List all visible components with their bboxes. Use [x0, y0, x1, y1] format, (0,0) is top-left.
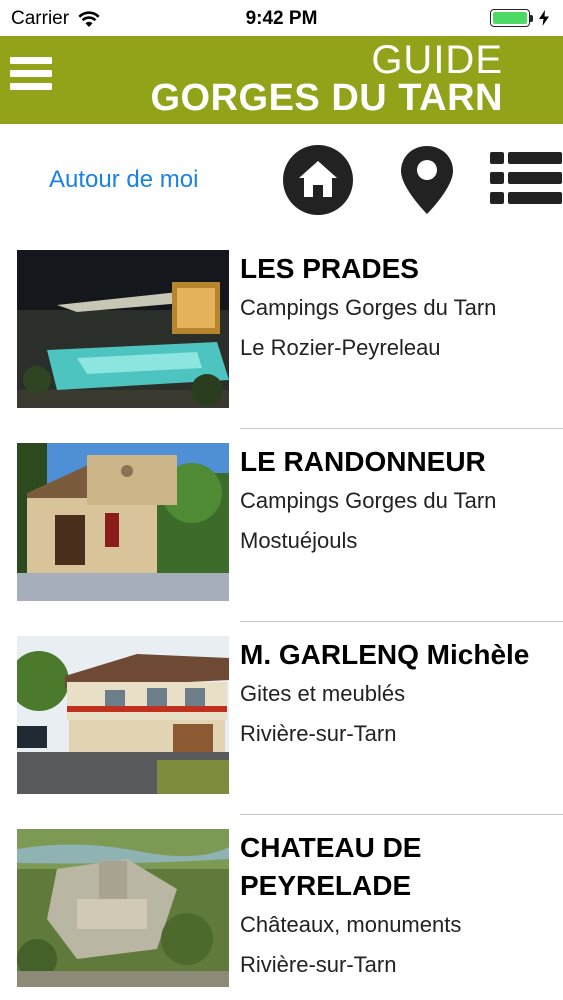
logo-guide-text: GUIDE — [371, 38, 503, 82]
app-header: GUIDE GORGES DU TARN — [0, 36, 563, 124]
menu-bar — [10, 57, 52, 64]
item-category: Campings Gorges du Tarn — [240, 295, 497, 320]
item-info: CHATEAU DE PEYRELADE Châteaux, monuments… — [240, 829, 550, 985]
list-icon[interactable] — [490, 152, 562, 208]
item-title: CHATEAU DE PEYRELADE — [240, 832, 422, 901]
results-list: LES PRADES Campings Gorges du Tarn Le Ro… — [0, 236, 563, 1000]
menu-bar — [10, 83, 52, 90]
item-thumbnail — [17, 250, 229, 408]
item-location: Le Rozier-Peyreleau — [240, 335, 441, 360]
status-bar: Carrier 9:42 PM — [0, 0, 563, 36]
battery-fill — [493, 12, 527, 24]
item-thumbnail — [17, 443, 229, 601]
item-category: Gites et meublés — [240, 681, 406, 706]
item-category: Campings Gorges du Tarn — [240, 488, 497, 513]
castle-ruins-aerial-photo — [17, 829, 229, 987]
status-time: 9:42 PM — [245, 8, 318, 29]
map-pin-icon[interactable] — [399, 144, 455, 216]
item-location: Rivière-sur-Tarn — [240, 952, 397, 977]
app-logo: GUIDE GORGES DU TARN — [150, 40, 503, 117]
list-item[interactable]: LE RANDONNEUR Campings Gorges du Tarn Mo… — [0, 429, 563, 622]
item-info: LE RANDONNEUR Campings Gorges du Tarn Mo… — [240, 443, 550, 561]
item-title: LE RANDONNEUR — [240, 446, 486, 477]
menu-bar — [10, 70, 52, 77]
item-location: Mostuéjouls — [240, 528, 358, 553]
logo-title-text: GORGES DU TARN — [150, 77, 503, 119]
item-location: Rivière-sur-Tarn — [240, 721, 397, 746]
hamburger-menu-icon[interactable] — [10, 57, 52, 97]
item-category: Châteaux, monuments — [240, 912, 462, 937]
battery-icon — [490, 9, 530, 27]
list-item[interactable]: CHATEAU DE PEYRELADE Châteaux, monuments… — [0, 815, 563, 1000]
item-info: M. GARLENQ Michèle Gites et meublés Rivi… — [240, 636, 550, 754]
campsite-reception-photo — [17, 443, 229, 601]
item-thumbnail — [17, 636, 229, 794]
campsite-pool-night-photo — [17, 250, 229, 408]
home-icon[interactable] — [282, 144, 354, 216]
item-title: LES PRADES — [240, 253, 419, 284]
battery-tip — [530, 14, 533, 22]
bolt-icon — [539, 10, 549, 26]
item-info: LES PRADES Campings Gorges du Tarn Le Ro… — [240, 250, 550, 368]
battery-indicator — [490, 9, 549, 27]
toolbar: Autour de moi — [0, 124, 563, 236]
list-item[interactable]: M. GARLENQ Michèle Gites et meublés Rivi… — [0, 622, 563, 815]
near-me-link[interactable]: Autour de moi — [49, 166, 198, 194]
item-thumbnail — [17, 829, 229, 987]
list-item[interactable]: LES PRADES Campings Gorges du Tarn Le Ro… — [0, 236, 563, 429]
item-title: M. GARLENQ Michèle — [240, 639, 530, 670]
house-photo — [17, 636, 229, 794]
